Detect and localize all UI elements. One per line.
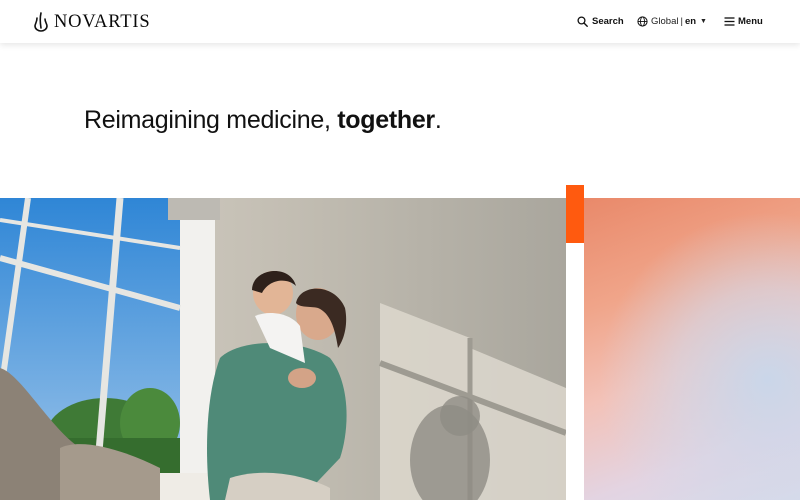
menu-label: Menu [738, 16, 763, 27]
headline-regular: Reimagining medicine, [84, 106, 331, 134]
novartis-logo[interactable]: NOVARTIS [33, 11, 150, 33]
globe-icon [637, 16, 648, 27]
divider-strip [566, 243, 584, 500]
search-button[interactable]: Search [577, 14, 624, 29]
hero-photo-illustration [0, 198, 566, 500]
gradient-panel [584, 198, 800, 500]
menu-button[interactable]: Menu [724, 14, 763, 29]
region-language-selector[interactable]: Global | en ▼ [637, 14, 707, 29]
headline-bold: together [337, 106, 435, 134]
novartis-flame-icon [34, 12, 48, 32]
headline-period: . [434, 106, 442, 134]
hamburger-icon [724, 17, 735, 26]
search-label: Search [592, 16, 624, 27]
hero-headline: Reimagining medicine, together. [84, 104, 442, 136]
caret-down-icon: ▼ [700, 18, 707, 25]
region-label: Global [651, 16, 679, 27]
region-separator: | [680, 16, 683, 27]
language-label: en [684, 16, 697, 27]
accent-bar [566, 185, 584, 243]
brand-name: NOVARTIS [54, 12, 151, 32]
hero-photo [0, 198, 566, 500]
site-header: NOVARTIS Search Global | en ▼ Menu [0, 0, 800, 43]
search-icon [577, 16, 588, 27]
